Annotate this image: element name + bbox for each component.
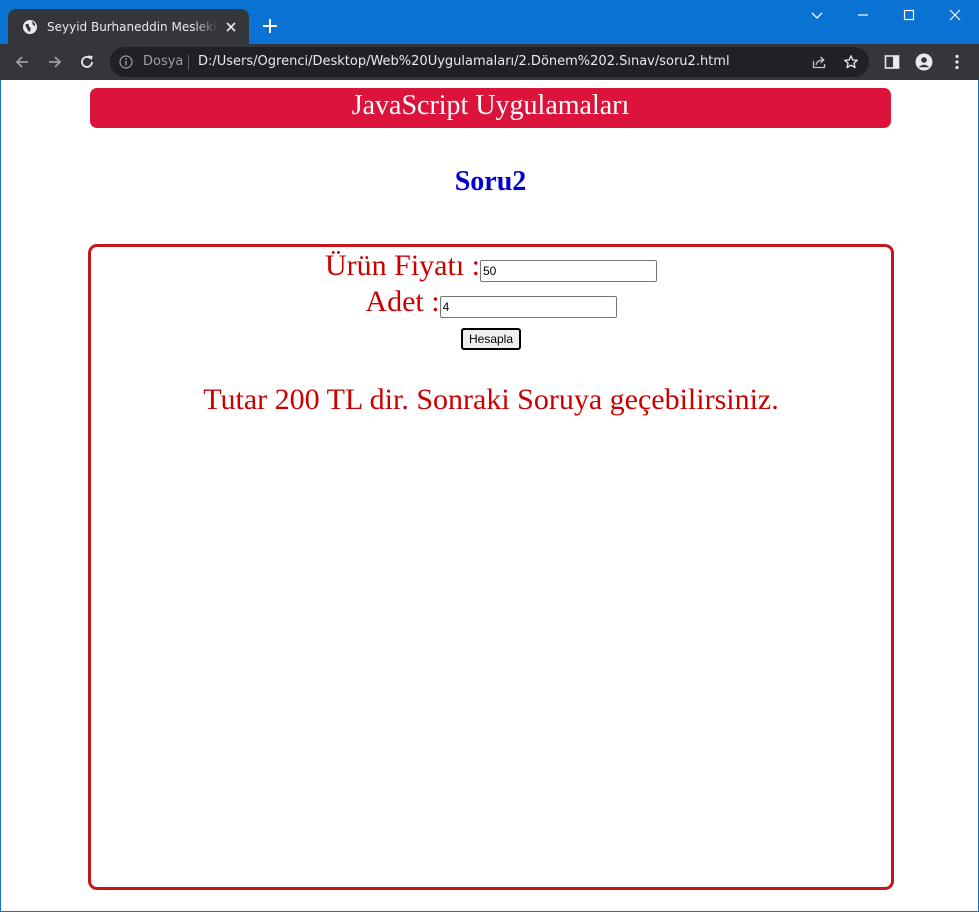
quantity-input[interactable] bbox=[439, 296, 617, 318]
result-message: Tutar 200 TL dir. Sonraki Soruya geçebil… bbox=[203, 383, 779, 416]
browser-titlebar: Seyyid Burhaneddin Mesleki ve Teknik Ana… bbox=[0, 0, 979, 44]
address-separator bbox=[188, 55, 189, 70]
page-banner: JavaScript Uygulamaları bbox=[90, 88, 891, 128]
price-row: Ürün Fiyatı : bbox=[91, 249, 891, 283]
share-icon[interactable] bbox=[811, 54, 827, 70]
button-row: Hesapla bbox=[91, 328, 891, 350]
bookmark-star-icon[interactable] bbox=[843, 54, 859, 70]
calculate-button[interactable]: Hesapla bbox=[460, 328, 522, 350]
price-label: Ürün Fiyatı : bbox=[325, 249, 480, 282]
tab-title: Seyyid Burhaneddin Mesleki ve Teknik Ana… bbox=[47, 19, 219, 34]
minimize-icon[interactable] bbox=[855, 7, 871, 23]
globe-icon bbox=[23, 19, 37, 34]
more-menu-icon[interactable] bbox=[948, 53, 966, 71]
close-window-icon[interactable] bbox=[947, 7, 963, 23]
maximize-icon[interactable] bbox=[901, 7, 917, 23]
address-scheme: Dosya bbox=[143, 54, 184, 69]
back-arrow-icon[interactable] bbox=[13, 53, 31, 71]
address-bar[interactable]: Dosya D:/Users/Ogrenci/Desktop/Web%20Uyg… bbox=[110, 47, 869, 77]
side-panel-icon[interactable] bbox=[883, 53, 901, 71]
close-tab-icon[interactable] bbox=[223, 19, 239, 35]
price-input[interactable] bbox=[480, 260, 657, 282]
tab-search-icon[interactable] bbox=[809, 7, 825, 23]
address-url[interactable]: D:/Users/Ogrenci/Desktop/Web%20Uygulamal… bbox=[198, 54, 730, 69]
browser-tab[interactable]: Seyyid Burhaneddin Mesleki ve Teknik Ana… bbox=[8, 9, 249, 44]
forward-arrow-icon[interactable] bbox=[46, 53, 64, 71]
form-panel: Ürün Fiyatı : Adet : Hesapla Tutar 200 T… bbox=[88, 244, 894, 890]
page-subtitle: Soru2 bbox=[454, 166, 527, 197]
browser-toolbar: Dosya D:/Users/Ogrenci/Desktop/Web%20Uyg… bbox=[0, 44, 979, 80]
quantity-row: Adet : bbox=[91, 285, 891, 319]
page-viewport: JavaScript Uygulamaları Soru2 Ürün Fiyat… bbox=[0, 80, 979, 912]
info-icon[interactable] bbox=[119, 55, 133, 69]
profile-avatar-icon[interactable] bbox=[915, 53, 933, 71]
reload-icon[interactable] bbox=[78, 53, 96, 71]
new-tab-icon[interactable] bbox=[261, 17, 279, 35]
quantity-label: Adet : bbox=[365, 285, 440, 318]
